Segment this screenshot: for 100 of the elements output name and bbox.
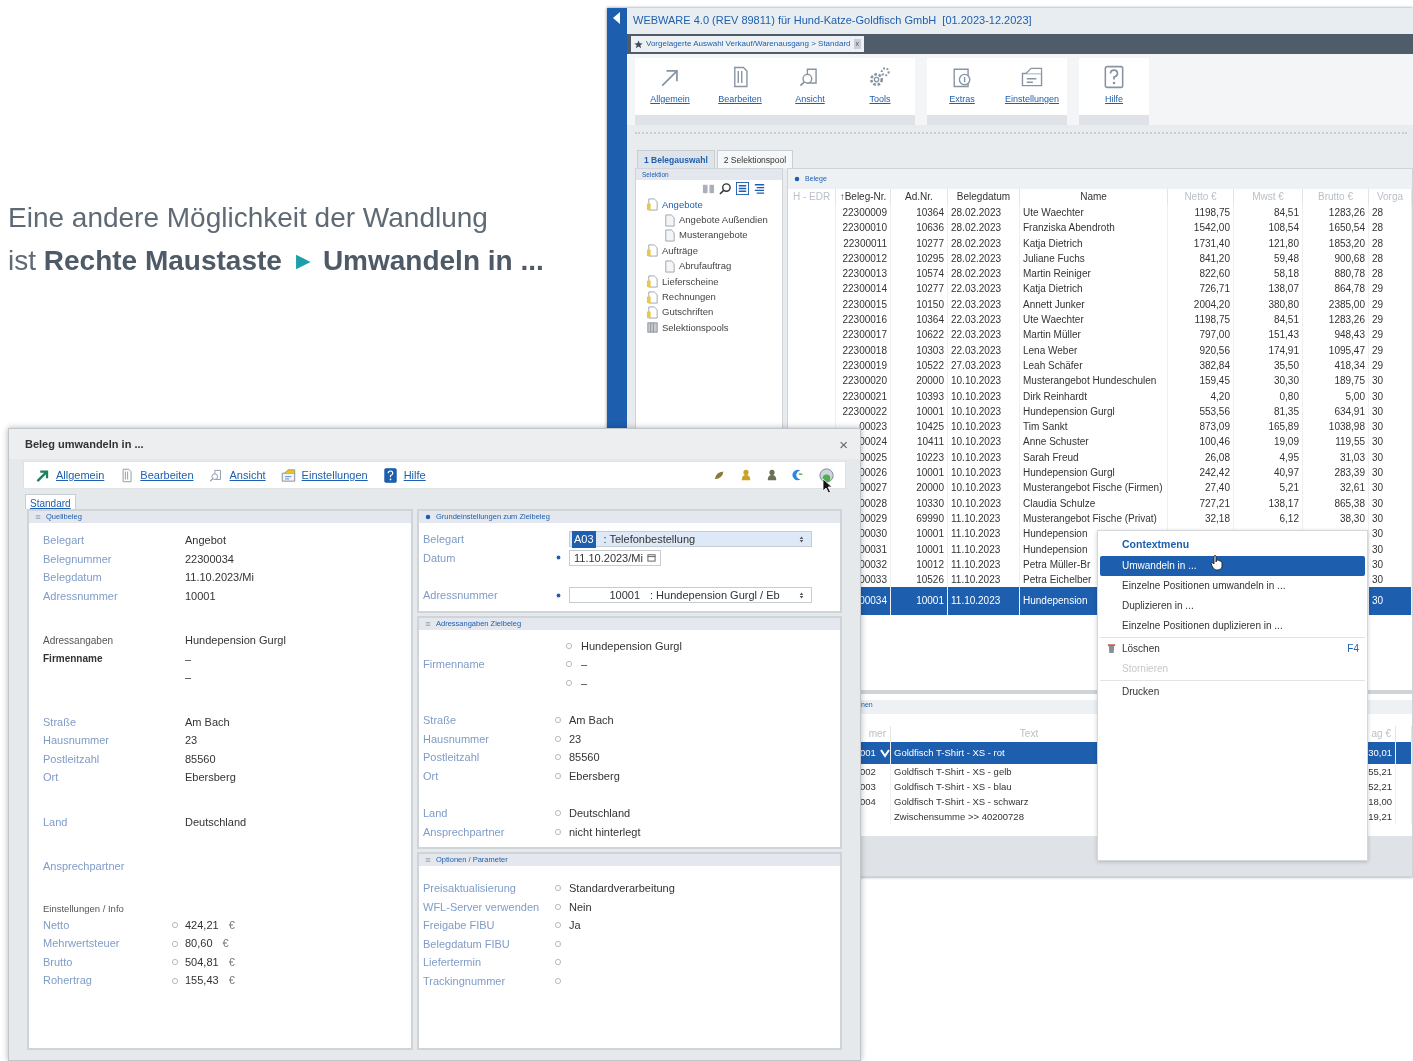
table-row[interactable]: 22300013 10574 28.02.2023 Martin Reiniger 822,60 58,18 880,78 28 [788, 266, 1412, 282]
table-row[interactable]: 22300011 10277 28.02.2023 Katja Dietrich 1731,40 121,80 1853,20 28 [788, 235, 1412, 251]
table-cell: Ute Waechter [1023, 314, 1084, 326]
option-label: – [581, 675, 588, 691]
date-field[interactable]: 11.10.2023/Mi [569, 549, 661, 566]
field-label: Datum [423, 551, 456, 564]
search-icon[interactable] [719, 182, 732, 195]
circle-icon [554, 734, 562, 743]
table-cell: 30 [1372, 543, 1384, 555]
toolbar-button[interactable]: Ansicht [207, 466, 266, 484]
table-cell: 28.02.2023 [951, 252, 1002, 264]
close-button[interactable]: × [837, 436, 850, 452]
ribbon-button[interactable]: Hilfe [1079, 58, 1149, 115]
menu-item[interactable]: Umwandeln in ... [1100, 555, 1365, 576]
field-label: Rohertrag [43, 974, 92, 987]
person-icon[interactable] [740, 469, 752, 481]
table-cell: 10223 [916, 451, 944, 463]
leaf-icon[interactable] [714, 469, 726, 481]
table-cell: 22.03.2023 [951, 314, 1002, 326]
circle-icon [554, 921, 562, 930]
dot-icon [794, 176, 800, 182]
table-cell: 10.10.2023 [951, 421, 1002, 433]
column-header[interactable]: Ad.Nr. [891, 189, 948, 205]
table-row[interactable]: 22300012 10295 28.02.2023 Juliane Fuchs 841,20 59,48 900,68 28 [788, 250, 1412, 267]
field-value: – [185, 670, 192, 685]
field-value: 10001 [185, 588, 216, 604]
caption-text: Eine andere Möglichkeit der Wandlung [8, 201, 489, 235]
toolbar-button[interactable]: Einstellungen [279, 466, 368, 484]
table-cell: 10150 [916, 298, 944, 310]
tree-item[interactable]: Abrufauftrag [636, 258, 782, 274]
dropdown-field[interactable]: A03 : Telefonbestellung [569, 531, 812, 548]
field-label: Adressangaben [43, 634, 114, 646]
globe-icon[interactable] [818, 466, 835, 484]
crescent-icon[interactable] [792, 469, 804, 481]
ribbon-button[interactable]: Bearbeiten [705, 58, 775, 115]
table-row[interactable]: 22300010 10636 28.02.2023 Franziska Abendroth 1542,00 108,54 1650,54 28 [788, 220, 1412, 236]
menu-item[interactable]: Drucken [1100, 681, 1365, 702]
table-row[interactable]: 22300019 10522 27.03.2023 Leah Schäfer 382,84 35,50 418,34 29 [788, 357, 1412, 374]
table-cell: 553,56 [1199, 405, 1230, 417]
table-row[interactable]: 22300016 10364 22.03.2023 Ute Waechter 1198,75 84,51 1283,26 29 [788, 312, 1412, 328]
table-cell: 10295 [916, 252, 944, 264]
tree-item[interactable]: Angebote Außendien [636, 212, 782, 228]
table-row[interactable]: 22300020 20000 10.10.2023 Musterangebot Hundeschulen 159,45 30,30 189,75 30 [788, 373, 1412, 389]
dropdown-field[interactable]: 10001 : Hundepension Gurgl / Eb [569, 587, 812, 604]
tab[interactable]: 2 Selektionspool [716, 150, 794, 168]
table-row[interactable]: 22300017 10622 22.03.2023 Martin Müller 797,00 151,43 948,43 29 [788, 327, 1412, 343]
table-cell: 727,21 [1199, 497, 1230, 509]
tree-item[interactable]: Musterangebote [636, 227, 782, 244]
circle-icon [554, 716, 562, 725]
table-cell: 30 [1372, 421, 1384, 433]
table-cell: 32,61 [1339, 482, 1365, 494]
table-cell: 242,42 [1199, 467, 1230, 479]
menu-item[interactable]: Duplizieren in ... [1100, 595, 1365, 616]
toolbar-button[interactable]: Bearbeiten [118, 466, 194, 484]
table-cell: 29 [1372, 314, 1384, 326]
ribbon-button[interactable]: Tools [845, 58, 915, 115]
table-cell: 880,78 [1334, 268, 1365, 280]
table-cell: 52,21 [1368, 781, 1392, 792]
table-cell: 30 [1372, 405, 1384, 417]
tree-item[interactable]: Angebote [636, 197, 782, 213]
menu-item[interactable]: Einzelne Positionen duplizieren in ... [1100, 615, 1365, 636]
menu-item[interactable]: Einzelne Positionen umwandeln in ... [1100, 575, 1365, 596]
table-row[interactable]: 22300015 10150 22.03.2023 Annett Junker 2004,20 380,80 2385,00 29 [788, 296, 1412, 313]
table-cell: 81,35 [1273, 405, 1299, 417]
table-row[interactable]: 22300014 10277 22.03.2023 Katja Dietrich 726,71 138,07 864,78 29 [788, 281, 1412, 297]
column-header[interactable]: Name [1020, 189, 1168, 205]
tree-item[interactable]: Gutschriften [636, 304, 782, 321]
ribbon-button[interactable]: Allgemein [635, 58, 705, 115]
table-row[interactable]: 22300021 10393 10.10.2023 Dirk Reinhardt 4,20 0,80 5,00 30 [788, 388, 1412, 404]
chevron-down-icon[interactable] [879, 748, 890, 758]
ribbon-button[interactable]: Extras [927, 58, 997, 115]
field-label: Ansprechpartner [423, 825, 505, 838]
table-row[interactable]: 22300022 10001 10.10.2023 Hundepension Gurgl 553,56 81,35 634,91 30 [788, 403, 1412, 420]
table-row[interactable]: 22300018 10303 22.03.2023 Lena Weber 920,56 174,91 1095,47 29 [788, 342, 1412, 358]
tree-item[interactable]: Rechnungen [636, 289, 782, 305]
person-icon[interactable] [766, 469, 778, 481]
table-cell: 10.10.2023 [951, 497, 1002, 509]
toolbar-button[interactable]: Allgemein [34, 466, 105, 484]
menu-item[interactable]: Löschen F4 [1100, 638, 1365, 659]
field-label: Postleitzahl [43, 752, 100, 765]
column-header[interactable]: Belegdatum [948, 189, 1020, 205]
toolbar-button[interactable]: Hilfe [381, 466, 426, 484]
tree-item[interactable]: Aufträge [636, 243, 782, 259]
calendar-icon[interactable] [646, 553, 656, 563]
table-cell: 11.10.2023 [951, 574, 1001, 586]
tab[interactable]: Standard [25, 494, 76, 509]
list-icon[interactable] [753, 182, 766, 195]
ribbon-button[interactable]: Ansicht [775, 58, 845, 115]
table-cell: 864,78 [1334, 283, 1365, 295]
tree-item[interactable]: Lieferscheine [636, 273, 782, 290]
field-value: Ja [569, 918, 581, 933]
ribbon-button[interactable]: Einstellungen [997, 58, 1067, 115]
table-cell: Claudia Schulze [1023, 497, 1096, 509]
table-cell: 1731,40 [1193, 237, 1230, 249]
table-row[interactable]: 22300009 10364 28.02.2023 Ute Waechter 1198,75 84,51 1283,26 28 [788, 205, 1412, 221]
tab[interactable]: 1 Belegauswahl [637, 150, 715, 168]
list-icon[interactable] [736, 182, 749, 195]
column-header[interactable]: ↑Beleg-Nr. [836, 189, 891, 205]
table-cell: 1038,98 [1328, 421, 1365, 433]
tree-item[interactable]: Selektionspools [636, 320, 782, 336]
